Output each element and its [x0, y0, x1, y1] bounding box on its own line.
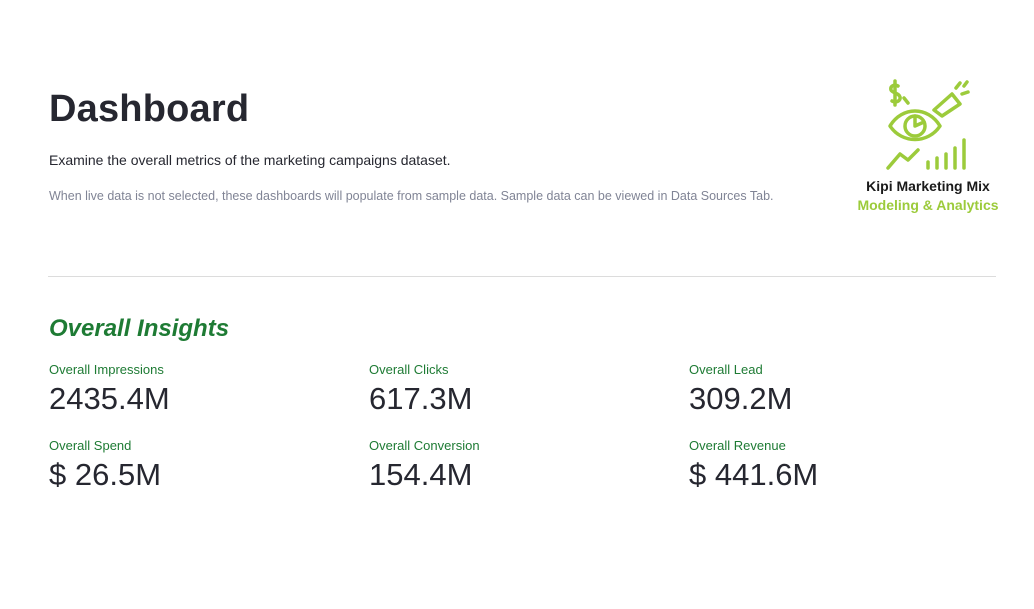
- insights-title: Overall Insights: [49, 315, 230, 342]
- metric-value: 154.4M: [369, 457, 473, 492]
- section-divider: [48, 276, 996, 277]
- metric-revenue: Overall Revenue $ 441.6M: [689, 438, 989, 492]
- metric-value: 2435.4M: [49, 381, 170, 416]
- metric-value: $ 26.5M: [49, 457, 162, 492]
- eye-megaphone-dollar-chart-icon: [886, 79, 970, 170]
- metric-label: Overall Impressions: [49, 362, 164, 377]
- metric-conversion: Overall Conversion 154.4M: [369, 438, 669, 492]
- metric-lead: Overall Lead 309.2M: [689, 362, 989, 416]
- metric-value: 617.3M: [369, 381, 473, 416]
- metric-impressions: Overall Impressions 2435.4M: [49, 362, 349, 416]
- metric-label: Overall Lead: [689, 362, 763, 377]
- metric-clicks: Overall Clicks 617.3M: [369, 362, 669, 416]
- metric-label: Overall Spend: [49, 438, 132, 453]
- sample-data-note: When live data is not selected, these da…: [49, 189, 774, 203]
- metric-spend: Overall Spend $ 26.5M: [49, 438, 349, 492]
- kipi-logo: Kipi Marketing Mix Modeling & Analytics: [848, 76, 1008, 216]
- metric-value: 309.2M: [689, 381, 793, 416]
- metric-label: Overall Conversion: [369, 438, 480, 453]
- page-title: Dashboard: [49, 88, 250, 130]
- dashboard-page: Dashboard Examine the overall metrics of…: [0, 0, 1034, 609]
- logo-text-brand: Kipi Marketing Mix: [866, 178, 990, 194]
- metric-label: Overall Revenue: [689, 438, 786, 453]
- metric-value: $ 441.6M: [689, 457, 819, 492]
- logo-text-tagline: Modeling & Analytics: [857, 197, 999, 213]
- page-subtitle: Examine the overall metrics of the marke…: [49, 152, 451, 168]
- metric-label: Overall Clicks: [369, 362, 449, 377]
